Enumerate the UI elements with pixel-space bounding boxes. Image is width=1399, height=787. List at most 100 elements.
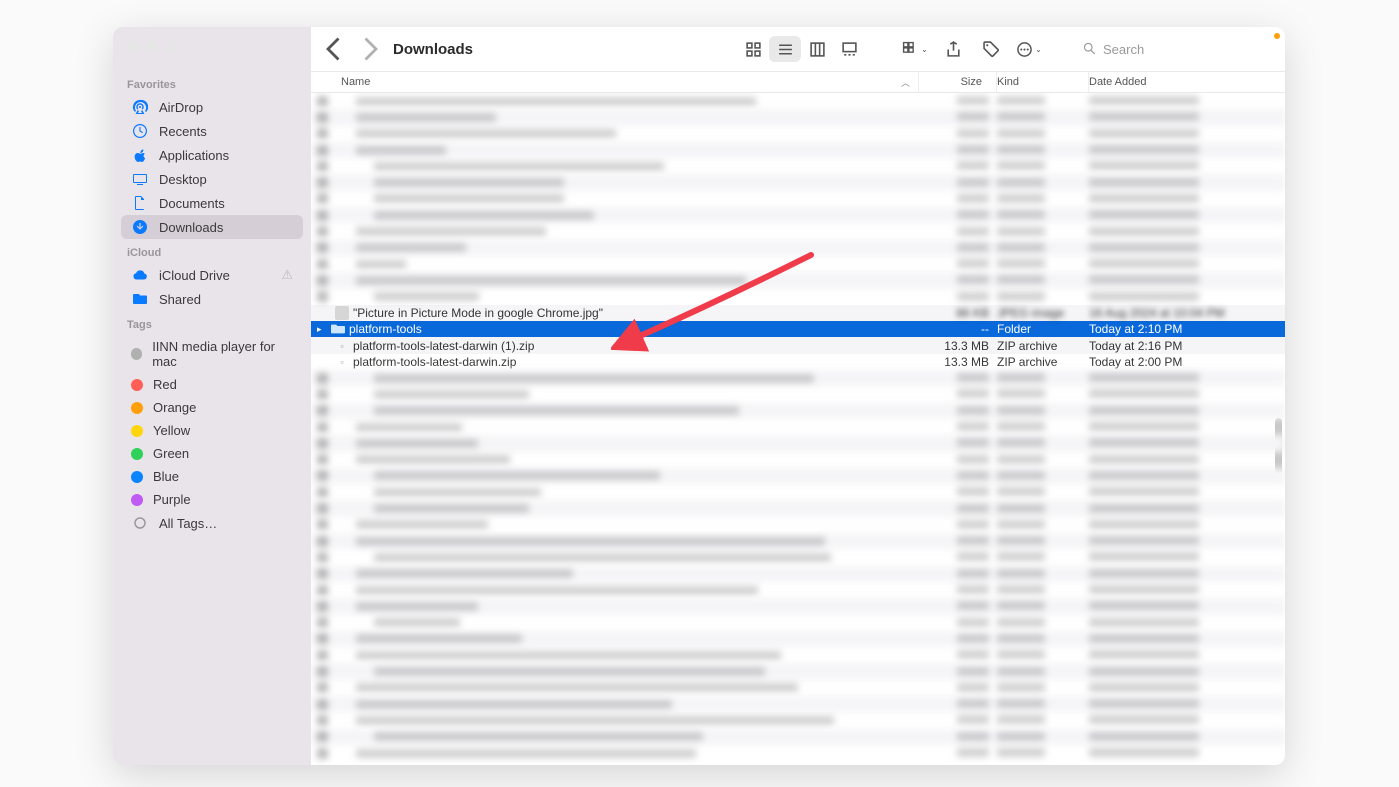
- sidebar-item-orange[interactable]: Orange: [121, 396, 303, 419]
- file-row-redacted[interactable]: [311, 256, 1285, 272]
- file-row-redacted[interactable]: [311, 680, 1285, 696]
- sidebar-item-label: Documents: [159, 196, 225, 211]
- column-view-button[interactable]: [801, 36, 833, 62]
- group-button[interactable]: ⌄: [899, 36, 931, 62]
- file-row-redacted[interactable]: [311, 386, 1285, 402]
- column-size[interactable]: Size: [919, 72, 997, 92]
- file-row-redacted[interactable]: [311, 631, 1285, 647]
- file-list[interactable]: "Picture in Picture Mode in google Chrom…: [311, 93, 1285, 765]
- file-row-redacted[interactable]: [311, 582, 1285, 598]
- file-row-redacted[interactable]: [311, 712, 1285, 728]
- sidebar-item-documents[interactable]: Documents: [121, 191, 303, 215]
- file-row[interactable]: "Picture in Picture Mode in google Chrom…: [311, 305, 1285, 321]
- sidebar-item-all-tags-[interactable]: All Tags…: [121, 511, 303, 535]
- more-button[interactable]: ⌄: [1013, 36, 1045, 62]
- back-button[interactable]: [321, 35, 349, 63]
- file-row-redacted[interactable]: [311, 435, 1285, 451]
- file-row-redacted[interactable]: [311, 174, 1285, 190]
- sidebar-item-label: Yellow: [153, 423, 190, 438]
- sidebar: FavoritesAirDropRecentsApplicationsDeskt…: [113, 27, 311, 765]
- file-row-redacted[interactable]: [311, 696, 1285, 712]
- sidebar-item-icloud-drive[interactable]: iCloud Drive⚠: [121, 263, 303, 287]
- file-name: platform-tools-latest-darwin (1).zip: [353, 339, 534, 353]
- file-row-redacted[interactable]: [311, 93, 1285, 109]
- file-size: --: [919, 322, 997, 336]
- window-controls: [127, 41, 179, 53]
- file-kind: Folder: [997, 322, 1089, 336]
- file-row-redacted[interactable]: [311, 598, 1285, 614]
- minimize-button[interactable]: [147, 41, 159, 53]
- file-row-redacted[interactable]: [311, 615, 1285, 631]
- file-row-redacted[interactable]: [311, 191, 1285, 207]
- zoom-button[interactable]: [167, 41, 179, 53]
- file-row-redacted[interactable]: [311, 533, 1285, 549]
- sidebar-item-blue[interactable]: Blue: [121, 465, 303, 488]
- gallery-view-button[interactable]: [833, 36, 865, 62]
- column-kind[interactable]: Kind: [997, 72, 1089, 92]
- sidebar-item-label: Purple: [153, 492, 191, 507]
- sidebar-item-airdrop[interactable]: AirDrop: [121, 95, 303, 119]
- file-row-redacted[interactable]: [311, 126, 1285, 142]
- sidebar-section-header: iCloud: [113, 239, 311, 263]
- sidebar-item-iinn-media-player-for-mac[interactable]: IINN media player for mac: [121, 335, 303, 373]
- file-name: platform-tools-latest-darwin.zip: [353, 355, 516, 369]
- sidebar-item-recents[interactable]: Recents: [121, 119, 303, 143]
- file-row-redacted[interactable]: [311, 403, 1285, 419]
- file-row-redacted[interactable]: [311, 240, 1285, 256]
- tag-dot-icon: [131, 348, 142, 360]
- documents-icon: [131, 195, 149, 211]
- file-kind: ZIP archive: [997, 339, 1089, 353]
- sidebar-item-shared[interactable]: Shared: [121, 287, 303, 311]
- file-row-redacted[interactable]: [311, 289, 1285, 305]
- file-row-redacted[interactable]: [311, 647, 1285, 663]
- sidebar-item-downloads[interactable]: Downloads: [121, 215, 303, 239]
- file-row-redacted[interactable]: [311, 745, 1285, 761]
- file-row-redacted[interactable]: [311, 517, 1285, 533]
- file-row-redacted[interactable]: [311, 468, 1285, 484]
- sidebar-item-desktop[interactable]: Desktop: [121, 167, 303, 191]
- all-tags-icon: [131, 515, 149, 531]
- sidebar-item-applications[interactable]: Applications: [121, 143, 303, 167]
- file-row-redacted[interactable]: [311, 452, 1285, 468]
- tags-button[interactable]: [975, 36, 1007, 62]
- file-row-redacted[interactable]: [311, 223, 1285, 239]
- file-row-redacted[interactable]: [311, 663, 1285, 679]
- list-view-button[interactable]: [769, 36, 801, 62]
- file-row-redacted[interactable]: [311, 207, 1285, 223]
- file-row-redacted[interactable]: [311, 109, 1285, 125]
- file-row-redacted[interactable]: [311, 158, 1285, 174]
- desktop-icon: [131, 171, 149, 187]
- column-name[interactable]: Name︿: [311, 72, 919, 92]
- sidebar-item-green[interactable]: Green: [121, 442, 303, 465]
- search-field[interactable]: Search: [1075, 39, 1275, 60]
- sidebar-item-purple[interactable]: Purple: [121, 488, 303, 511]
- file-name: platform-tools: [349, 322, 422, 336]
- zip-icon: ▫: [335, 355, 349, 369]
- file-row-redacted[interactable]: [311, 419, 1285, 435]
- image-icon: [335, 306, 349, 320]
- close-button[interactable]: [127, 41, 139, 53]
- file-size: 13.3 MB: [919, 339, 997, 353]
- sidebar-item-label: Downloads: [159, 220, 223, 235]
- icon-view-button[interactable]: [737, 36, 769, 62]
- file-row[interactable]: ▫platform-tools-latest-darwin.zip13.3 MB…: [311, 354, 1285, 370]
- sidebar-item-red[interactable]: Red: [121, 373, 303, 396]
- file-row-redacted[interactable]: [311, 142, 1285, 158]
- disclosure-triangle-icon[interactable]: ▸: [317, 324, 327, 335]
- notification-dot: [1274, 33, 1280, 39]
- sidebar-item-label: iCloud Drive: [159, 268, 230, 283]
- sidebar-item-label: All Tags…: [159, 516, 217, 531]
- sidebar-item-yellow[interactable]: Yellow: [121, 419, 303, 442]
- column-date[interactable]: Date Added: [1089, 72, 1285, 92]
- share-button[interactable]: [937, 36, 969, 62]
- file-row-redacted[interactable]: [311, 272, 1285, 288]
- file-row[interactable]: ▸platform-tools--FolderToday at 2:10 PM: [311, 321, 1285, 337]
- file-row-redacted[interactable]: [311, 566, 1285, 582]
- file-row[interactable]: ▫platform-tools-latest-darwin (1).zip13.…: [311, 337, 1285, 353]
- file-row-redacted[interactable]: [311, 484, 1285, 500]
- file-row-redacted[interactable]: [311, 729, 1285, 745]
- file-row-redacted[interactable]: [311, 549, 1285, 565]
- forward-button[interactable]: [355, 35, 383, 63]
- file-row-redacted[interactable]: [311, 500, 1285, 516]
- file-row-redacted[interactable]: [311, 370, 1285, 386]
